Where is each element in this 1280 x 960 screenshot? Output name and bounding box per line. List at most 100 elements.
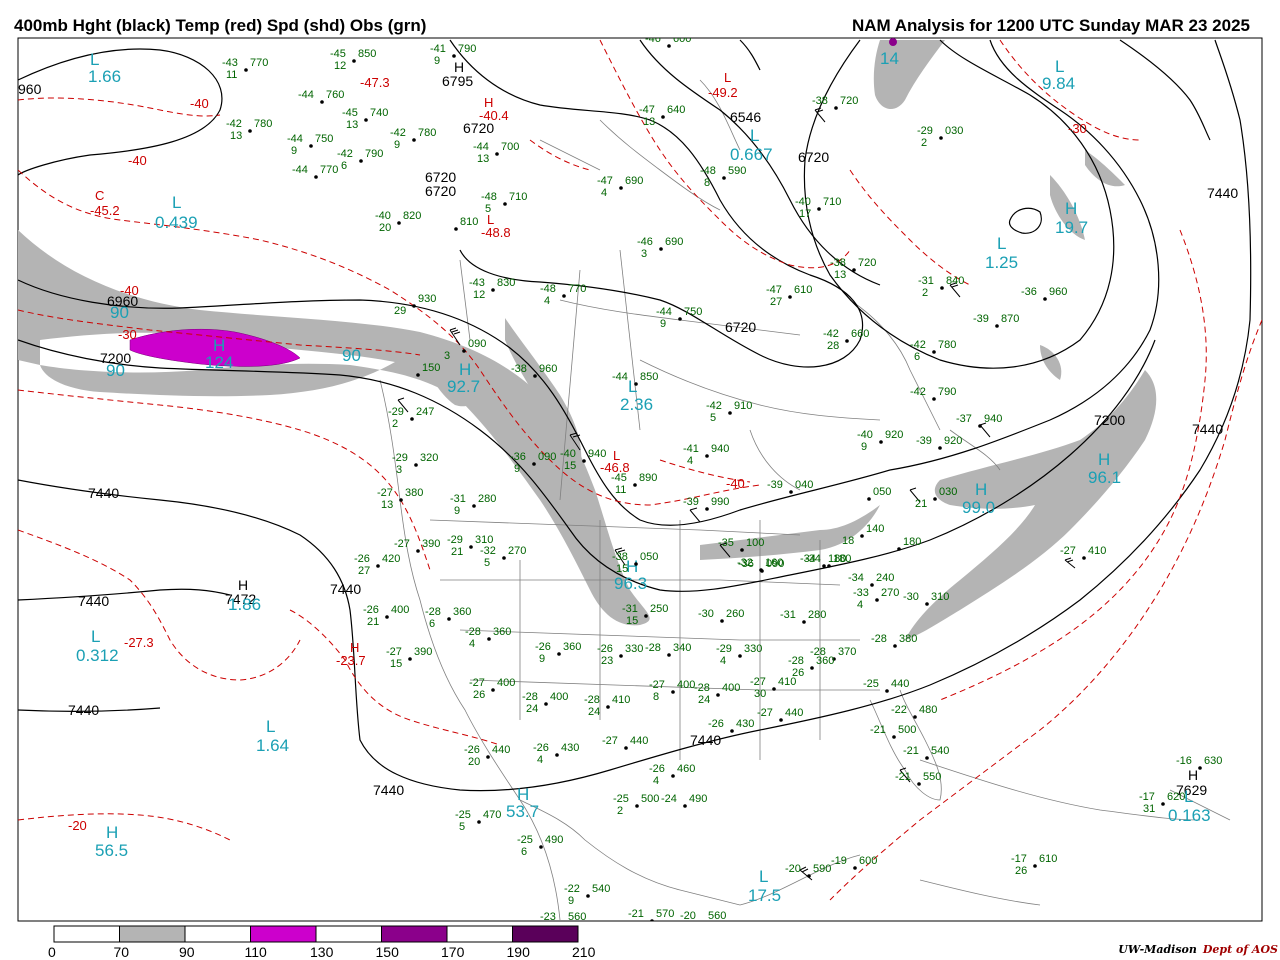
obs-dewpoint-depression: 4: [857, 599, 863, 611]
obs-dewpoint-depression: 13: [643, 116, 655, 128]
speed-label: 14: [880, 49, 899, 68]
obs-temperature: -27: [649, 679, 665, 691]
obs-height: 990: [711, 496, 729, 508]
low-temp-marker: L: [613, 448, 620, 463]
obs-temperature: -34: [805, 553, 821, 565]
obs-temperature: -36: [510, 451, 526, 463]
station-dot: [667, 653, 671, 657]
obs-temperature: -27: [1060, 545, 1076, 557]
obs-height: 600: [673, 33, 691, 45]
obs-dewpoint-depression: 24: [588, 706, 600, 718]
obs-temperature: -27: [757, 707, 773, 719]
obs-temperature: -26: [464, 744, 480, 756]
temp-label: -30: [1068, 121, 1087, 136]
obs-dewpoint-depression: 15: [616, 563, 628, 575]
obs-height: 500: [898, 724, 916, 736]
obs-temperature: -39: [916, 435, 932, 447]
obs-height: 890: [639, 472, 657, 484]
low-marker: L: [750, 126, 759, 145]
station-dot: [802, 620, 806, 624]
speed-label: 53.7: [506, 802, 539, 821]
station-dot: [892, 735, 896, 739]
obs-height: 710: [509, 191, 527, 203]
station-dot: [728, 411, 732, 415]
low-marker: L: [172, 193, 181, 212]
obs-height: 260: [726, 608, 744, 620]
station-dot: [248, 129, 252, 133]
obs-dewpoint-depression: 9: [660, 318, 666, 330]
obs-height: 360: [453, 606, 471, 618]
obs-temperature: -45: [611, 472, 627, 484]
speed-label: 0.163: [1168, 806, 1211, 825]
obs-temperature: -20: [785, 863, 801, 875]
obs-height: 320: [420, 452, 438, 464]
obs-height: 760: [326, 89, 344, 101]
obs-temperature: -43: [469, 277, 485, 289]
obs-height: 490: [545, 834, 563, 846]
low-marker: L: [1184, 787, 1193, 806]
obs-height: 960: [1049, 286, 1067, 298]
station-dot: [633, 483, 637, 487]
obs-height: 490: [689, 793, 707, 805]
speed-label: 56.5: [95, 841, 128, 860]
obs-dewpoint-depression: 5: [485, 203, 491, 215]
colorbar-segment: [315, 925, 382, 943]
station-dot: [376, 564, 380, 568]
temp-label: -40.4: [479, 108, 509, 123]
station-dot: [716, 693, 720, 697]
obs-temperature: -38: [612, 551, 628, 563]
obs-height: 050: [640, 551, 658, 563]
station-dot: [1033, 864, 1037, 868]
obs-temperature: -36: [1021, 286, 1037, 298]
obs-temperature: -26: [708, 718, 724, 730]
map-title: 400mb Hght (black) Temp (red) Spd (shd) …: [14, 16, 427, 35]
colorbar-segment: [446, 925, 513, 943]
station-dot: [917, 782, 921, 786]
obs-height: 930: [418, 293, 436, 305]
obs-dewpoint-depression: 11: [226, 69, 237, 81]
low-marker: L: [91, 627, 100, 646]
colorbar-tick-label: 150: [375, 944, 399, 960]
obs-height: 050: [873, 486, 891, 498]
obs-temperature: -24: [661, 793, 677, 805]
height-label: 7440: [88, 485, 119, 501]
obs-temperature: -47: [639, 104, 655, 116]
obs-temperature: -28: [645, 642, 661, 654]
height-label: 6795: [442, 73, 473, 89]
obs-dewpoint-depression: 15: [390, 658, 402, 670]
obs-height: 810: [460, 216, 478, 228]
station-dot: [940, 286, 944, 290]
obs-dewpoint-depression: 26: [792, 667, 804, 679]
station-dot: [678, 317, 682, 321]
station-dot: [416, 549, 420, 553]
station-dot: [1043, 297, 1047, 301]
obs-dewpoint-depression: 24: [698, 694, 710, 706]
obs-dewpoint-depression: 3: [641, 248, 647, 260]
obs-dewpoint-depression: 13: [346, 119, 358, 131]
station-dot: [469, 545, 473, 549]
obs-temperature: -28: [522, 691, 538, 703]
obs-height: 430: [561, 742, 579, 754]
station-dot: [683, 804, 687, 808]
obs-dewpoint-depression: 27: [770, 296, 782, 308]
obs-height: 920: [944, 435, 962, 447]
temp-label: -47.3: [360, 75, 390, 90]
obs-temperature: -41: [683, 443, 699, 455]
obs-temperature: -44: [656, 306, 672, 318]
station-dot: [822, 564, 826, 568]
obs-dewpoint-depression: 21: [451, 546, 463, 558]
station-dot: [671, 774, 675, 778]
obs-dewpoint-depression: 9: [434, 55, 440, 67]
station-dot: [817, 207, 821, 211]
obs-height: 720: [840, 95, 858, 107]
obs-height: 410: [1088, 545, 1106, 557]
low-marker: L: [759, 867, 768, 886]
obs-temperature: -42: [226, 118, 242, 130]
high-temp-marker: H: [350, 640, 359, 655]
low-marker: L: [1055, 57, 1064, 76]
obs-temperature: -40: [857, 429, 873, 441]
obs-height: 430: [736, 718, 754, 730]
obs-temperature: -37: [956, 413, 972, 425]
station-dot: [772, 687, 776, 691]
station-dot: [807, 874, 811, 878]
